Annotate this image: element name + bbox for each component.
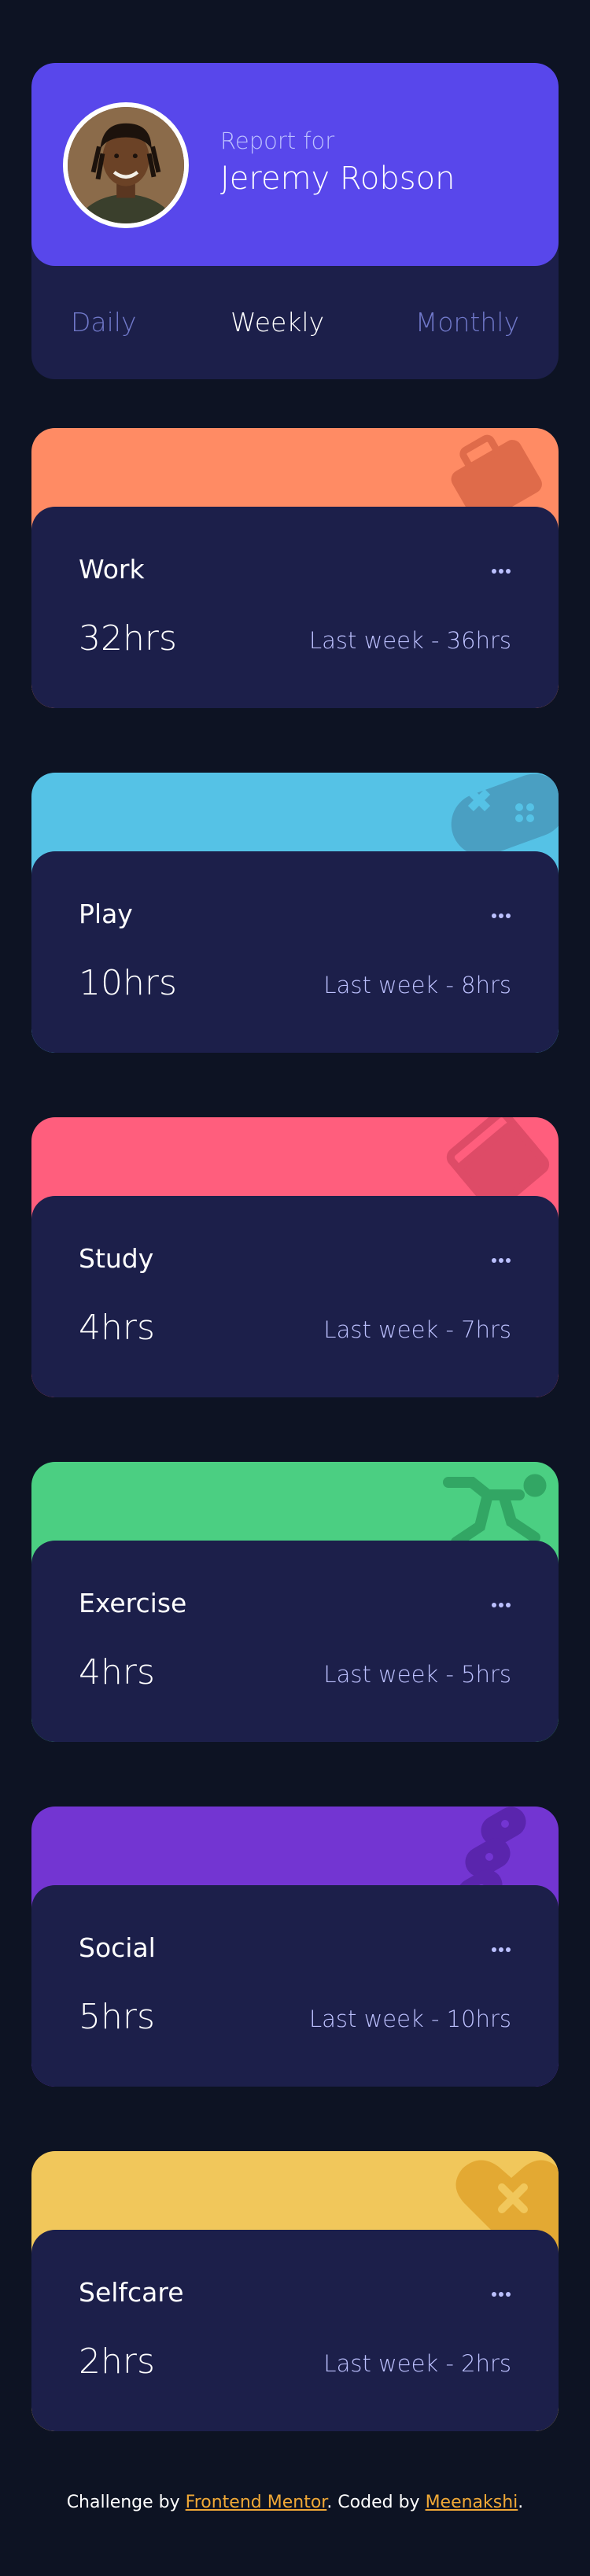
activity-current-hours: 2hrs (79, 2342, 155, 2382)
activity-previous-hours: Last week - 36hrs (308, 627, 511, 654)
ellipsis-icon[interactable] (491, 1257, 511, 1264)
footer-prefix: Challenge by (66, 2493, 186, 2512)
activity-previous-hours: Last week - 8hrs (323, 972, 511, 998)
user-name: Jeremy Robson (220, 161, 455, 197)
activity-previous-hours: Last week - 2hrs (323, 2350, 511, 2377)
footer-middle: . Coded by (326, 2493, 426, 2512)
period-monthly-button[interactable]: Monthly (415, 307, 519, 338)
activity-body[interactable]: Work 32hrs Last week - 36hrs (31, 507, 559, 708)
ellipsis-icon[interactable] (491, 1602, 511, 1608)
attribution-footer: Challenge by Frontend Mentor. Coded by M… (0, 2493, 590, 2512)
activity-current-hours: 32hrs (79, 618, 177, 659)
activity-body[interactable]: Play 10hrs Last week - 8hrs (31, 851, 559, 1053)
activity-previous-hours: Last week - 7hrs (323, 1316, 511, 1343)
period-weekly-button[interactable]: Weekly (230, 307, 324, 338)
activity-title: Study (79, 1243, 154, 1274)
activity-body[interactable]: Social 5hrs Last week - 10hrs (31, 1885, 559, 2087)
avatar (63, 102, 189, 228)
activity-title: Work (79, 554, 145, 585)
activity-current-hours: 4hrs (79, 1308, 155, 1348)
activity-previous-hours: Last week - 10hrs (308, 2006, 511, 2032)
ellipsis-icon[interactable] (491, 2291, 511, 2297)
activity-card-selfcare: Selfcare 2hrs Last week - 2hrs (31, 2151, 559, 2431)
author-link[interactable]: Meenakshi (426, 2493, 518, 2512)
activity-current-hours: 5hrs (79, 1997, 155, 2037)
activity-current-hours: 4hrs (79, 1652, 155, 1692)
activity-title: Play (79, 899, 133, 929)
report-for-label: Report for (220, 127, 335, 154)
period-daily-button[interactable]: Daily (71, 307, 137, 338)
activity-card-play: Play 10hrs Last week - 8hrs (31, 773, 559, 1053)
activity-card-study: Study 4hrs Last week - 7hrs (31, 1117, 559, 1397)
ellipsis-icon[interactable] (491, 913, 511, 919)
activity-body[interactable]: Selfcare 2hrs Last week - 2hrs (31, 2230, 559, 2431)
ellipsis-icon[interactable] (491, 1947, 511, 1953)
activity-card-exercise: Exercise 4hrs Last week - 5hrs (31, 1462, 559, 1742)
activity-body[interactable]: Exercise 4hrs Last week - 5hrs (31, 1541, 559, 1742)
frontend-mentor-link[interactable]: Frontend Mentor (186, 2493, 327, 2512)
activity-previous-hours: Last week - 5hrs (323, 1661, 511, 1688)
ellipsis-icon[interactable] (491, 568, 511, 574)
activity-title: Exercise (79, 1588, 187, 1618)
activity-current-hours: 10hrs (79, 963, 177, 1003)
activity-title: Selfcare (79, 2277, 184, 2308)
footer-suffix: . (518, 2493, 524, 2512)
activity-card-social: Social 5hrs Last week - 10hrs (31, 1807, 559, 2087)
activity-body[interactable]: Study 4hrs Last week - 7hrs (31, 1196, 559, 1397)
profile-header: Report for Jeremy Robson (31, 63, 559, 266)
profile-card: Report for Jeremy Robson Daily Weekly Mo… (31, 63, 559, 379)
activity-card-work: Work 32hrs Last week - 36hrs (31, 428, 559, 708)
activity-title: Social (79, 1932, 156, 1963)
